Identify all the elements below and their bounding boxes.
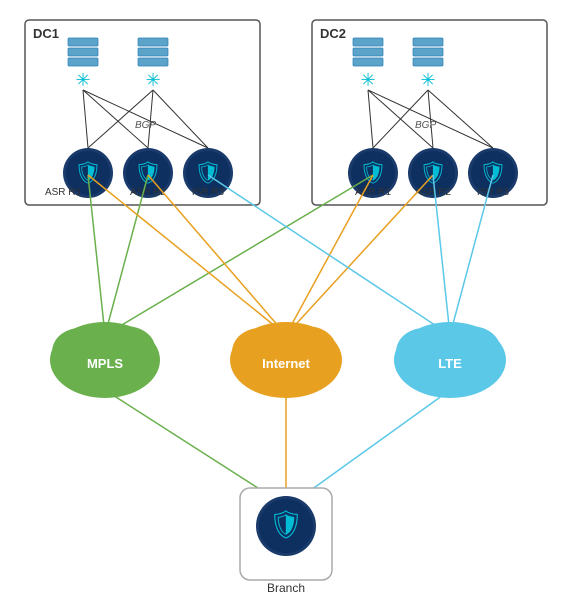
mpls-cloud: MPLS [50,322,160,398]
branch-router: 🛡 [256,496,316,556]
svg-text:✳: ✳ [75,70,90,90]
dc2-isr-r3-label: ISR R3 [477,187,510,198]
svg-text:MPLS: MPLS [87,356,123,371]
svg-text:✳: ✳ [360,70,375,90]
dc1-asr-r2-label: ASR R2 [130,187,167,198]
svg-text:🛡: 🛡 [479,160,507,185]
dc2-asr-r1-label: ASR R1 [355,187,392,198]
dc1-asr-r1-label: ASR R1 [45,187,82,198]
branch-label: Branch [267,581,305,595]
dc2-label: DC2 [320,26,346,41]
dc2-bgp-label: BGP [415,120,436,131]
svg-text:✳: ✳ [145,70,160,90]
svg-text:✳: ✳ [420,70,435,90]
dc1-bgp-label: BGP [135,120,156,131]
svg-text:🛡: 🛡 [134,160,162,185]
internet-cloud: Internet [230,322,342,398]
lte-cloud: LTE [394,322,506,398]
dc1-label: DC1 [33,26,59,41]
network-diagram: DC1 DC2 ✳ ✳ ✳ [0,0,572,607]
svg-text:🛡: 🛡 [268,509,304,540]
svg-text:LTE: LTE [438,356,462,371]
diagram-svg: DC1 DC2 ✳ ✳ ✳ [0,0,572,607]
svg-text:Internet: Internet [262,356,310,371]
dc1-isr-r3-label: ISR R3 [192,187,225,198]
